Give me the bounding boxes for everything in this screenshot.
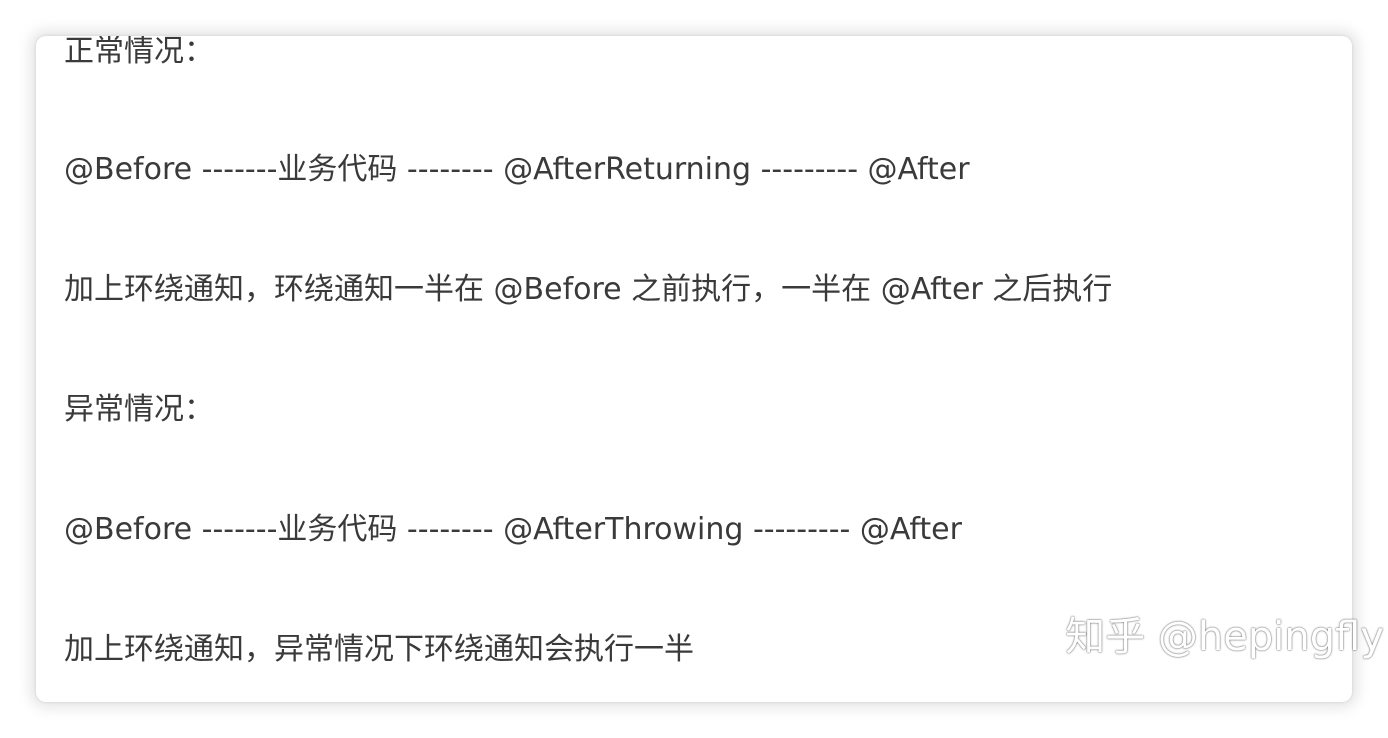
exception-case-around-note: 加上环绕通知，异常情况下环绕通知会执行一半 [64,632,694,667]
exception-case-heading: 异常情况： [64,392,214,427]
exception-case-flow: @Before -------业务代码 -------- @AfterThrow… [64,512,962,547]
normal-case-around-note: 加上环绕通知，环绕通知一半在 @Before 之前执行，一半在 @After 之… [64,272,1113,307]
zhihu-watermark: 知乎 @hepingfly [1065,614,1384,660]
document-card: 正常情况： @Before -------业务代码 -------- @Afte… [36,36,1352,702]
normal-case-heading: 正常情况： [64,36,214,69]
normal-case-flow: @Before -------业务代码 -------- @AfterRetur… [64,152,970,187]
